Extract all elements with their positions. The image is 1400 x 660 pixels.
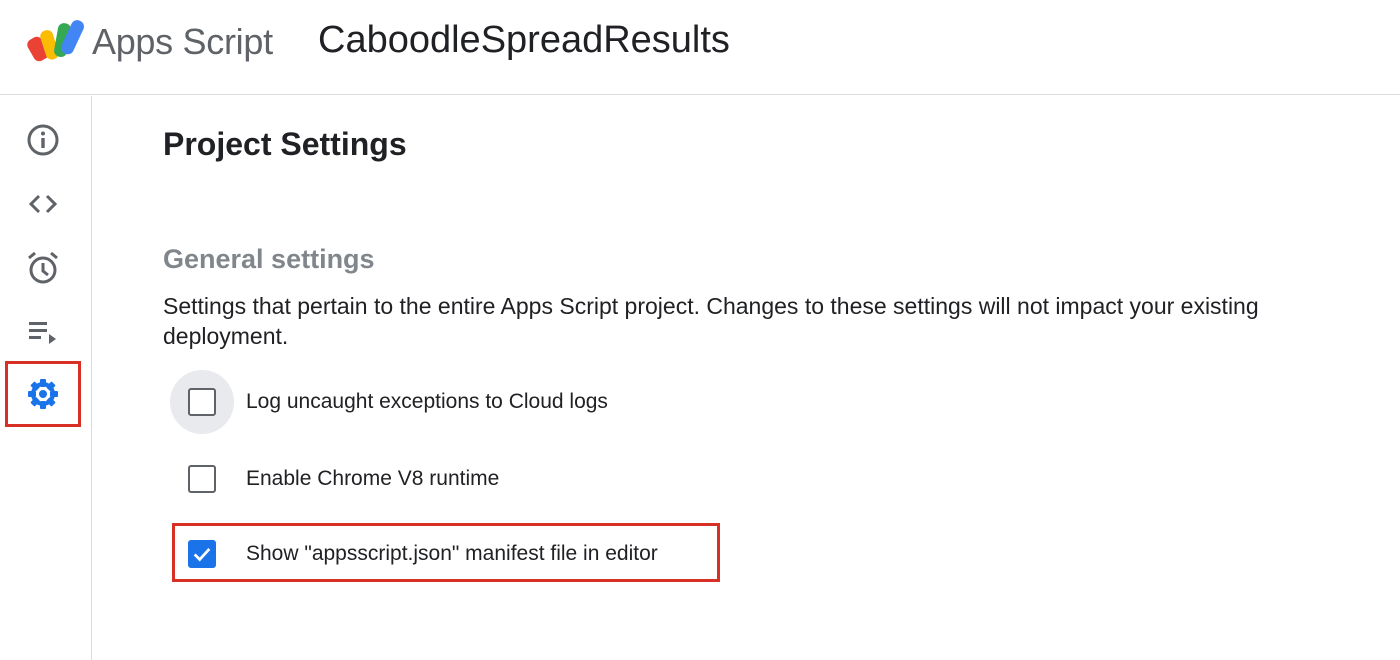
project-name[interactable]: CaboodleSpreadResults <box>318 19 730 62</box>
nav-triggers[interactable] <box>18 243 68 293</box>
settings-panel: Project Settings General settings Settin… <box>92 96 1400 660</box>
nav-executions[interactable] <box>18 307 68 357</box>
left-nav-rail <box>0 96 92 660</box>
playlist-play-icon <box>29 322 56 344</box>
section-description: Settings that pertain to the entire Apps… <box>163 293 1259 349</box>
v8-runtime-checkbox[interactable] <box>188 465 216 493</box>
nav-editor[interactable] <box>18 179 68 229</box>
option-label: Log uncaught exceptions to Cloud logs <box>246 390 608 413</box>
checkbox-focus-ring <box>170 370 234 434</box>
nav-overview[interactable] <box>18 115 68 165</box>
section-title: General settings <box>163 244 375 274</box>
settings-highlight-box <box>5 361 81 427</box>
top-bar: Apps Script CaboodleSpreadResults <box>0 0 1400 95</box>
manifest-highlight-box <box>172 523 720 582</box>
page-title: Project Settings <box>163 126 407 162</box>
option-label: Enable Chrome V8 runtime <box>246 467 500 490</box>
option-log-exceptions[interactable]: Log uncaught exceptions to Cloud logs <box>170 370 608 434</box>
code-icon <box>28 194 58 214</box>
app-name: Apps Script <box>92 21 273 62</box>
option-v8-runtime[interactable]: Enable Chrome V8 runtime <box>170 447 499 511</box>
alarm-clock-icon <box>28 251 58 284</box>
apps-script-logo[interactable] <box>26 17 86 67</box>
log-exceptions-checkbox[interactable] <box>188 388 216 416</box>
info-icon <box>27 124 59 156</box>
